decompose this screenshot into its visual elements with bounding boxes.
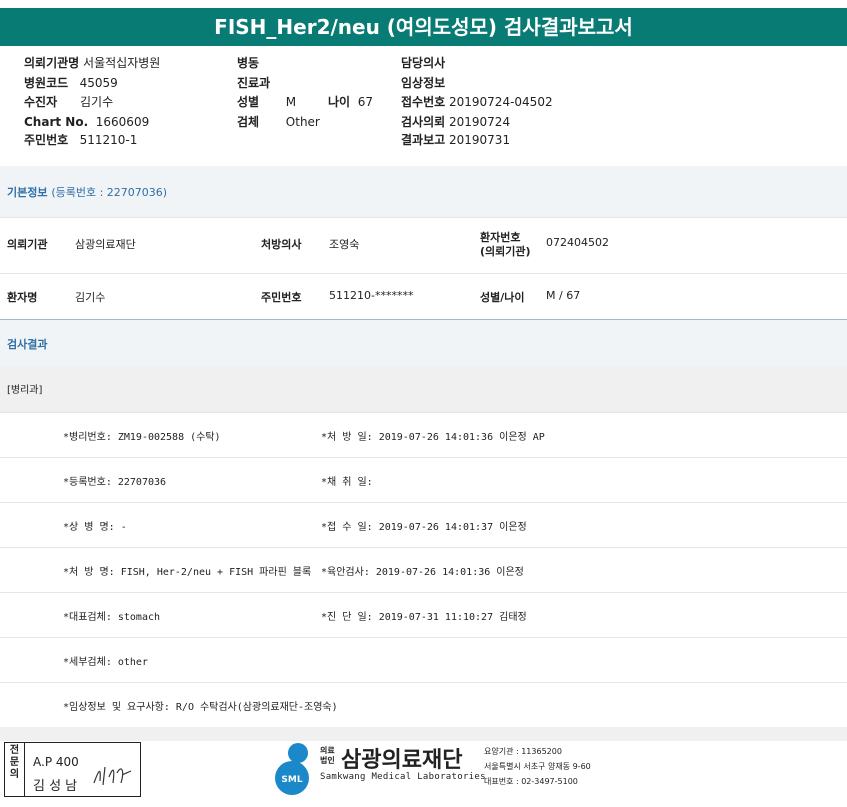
header-receipt-no: 접수번호 20190724-04502 <box>401 95 553 109</box>
result-right-item: *접 수 일: 2019-07-26 14:01:37 이은정 <box>321 522 527 533</box>
signature-image <box>93 766 132 786</box>
result-right-item: *채 취 일: <box>321 477 373 488</box>
basic-value-sex-age: M / 67 <box>546 289 581 302</box>
header-specimen: 검체 Other <box>237 115 320 129</box>
footer-info-2: 서울특별시 서초구 양재동 9-60 <box>484 762 591 771</box>
header-patient: 수진자 김기수 <box>24 95 114 109</box>
basic-label-sex-age: 성별/나이 <box>480 291 525 304</box>
dept-label: [병리과] <box>7 385 43 396</box>
basic-value-prescriber: 조영숙 <box>329 238 360 251</box>
basic-label-patient-name: 환자명 <box>7 291 38 304</box>
results-title: 검사결과 <box>7 338 48 351</box>
results-header: 검사결과 <box>0 320 847 366</box>
basic-label-patient-no-sub: (의뢰기관) <box>480 245 531 258</box>
result-left-item: *등록번호: 22707036 <box>63 477 167 488</box>
result-left-item: *임상정보 및 요구사항: R/O 수탁검사(삼광의료재단-조영숙) <box>63 702 338 713</box>
result-left-item: *병리번호: ZM19-002588 (수탁) <box>63 432 221 443</box>
basic-value-resident-no: 511210-******* <box>329 289 414 302</box>
header-ward: 병동 <box>237 56 260 70</box>
header-department: 진료과 <box>237 76 271 90</box>
footer-info-3: 대표번호 : 02-3497-5100 <box>484 777 578 786</box>
header-clinical-info: 임상정보 <box>401 76 446 90</box>
header-test-request: 검사의뢰 20190724 <box>401 115 511 129</box>
result-left-item: *상 병 명: - <box>63 522 127 533</box>
result-left-item: *처 방 명: FISH, Her-2/neu + FISH 파라핀 블록 <box>63 567 312 578</box>
report-title: FISH_Her2/neu (여의도성모) 검사결과보고서 <box>214 15 633 39</box>
result-left-item: *대표검체: stomach <box>63 612 161 623</box>
header-result-report: 결과보고 20190731 <box>401 133 511 147</box>
sml-logo-icon: SML <box>275 743 309 795</box>
logo-mark-text: SML <box>281 775 302 785</box>
sign-vertical-label: 전문의 <box>5 743 25 796</box>
basic-value-patient-name: 김기수 <box>75 291 106 304</box>
result-right-item: *진 단 일: 2019-07-31 11:10:27 김태정 <box>321 612 527 623</box>
divider <box>0 592 847 593</box>
basic-value-patient-no: 072404502 <box>546 236 609 249</box>
header-age: 나이 67 <box>328 95 374 109</box>
header-chart-no: Chart No. 1660609 <box>24 115 150 129</box>
result-right-item: *육안검사: 2019-07-26 14:01:36 이은정 <box>321 567 524 578</box>
divider <box>0 682 847 683</box>
divider <box>0 637 847 638</box>
logo-english: Samkwang Medical Laboratories <box>320 772 486 782</box>
divider <box>0 217 847 218</box>
header-sex: 성별 M <box>237 95 297 109</box>
divider <box>0 273 847 274</box>
footer-info-1: 요양기관 : 11365200 <box>484 747 562 756</box>
divider <box>0 412 847 413</box>
basic-label-requester: 의뢰기관 <box>7 238 48 251</box>
header-doctor: 담당의사 <box>401 56 446 70</box>
header-resident-no: 주민번호 511210-1 <box>24 133 138 147</box>
basic-info-title: 기본정보 (등록번호 : 22707036) <box>7 186 168 199</box>
divider <box>0 547 847 548</box>
sign-name: 김 성 남 <box>33 779 78 794</box>
dept-row: [병리과] <box>0 366 847 412</box>
report-title-banner: FISH_Her2/neu (여의도성모) 검사결과보고서 <box>0 8 847 46</box>
basic-label-resident-no: 주민번호 <box>261 291 302 304</box>
header-hospital-code: 병원코드 45059 <box>24 76 118 90</box>
basic-info-header: 기본정보 (등록번호 : 22707036) <box>0 166 847 217</box>
divider <box>0 457 847 458</box>
logo-name: 삼광의료재단 <box>341 748 463 773</box>
basic-value-requester: 삼광의료재단 <box>75 238 136 251</box>
basic-label-prescriber: 처방의사 <box>261 238 302 251</box>
result-right-item: *처 방 일: 2019-07-26 14:01:36 이은정 AP <box>321 432 545 443</box>
divider <box>0 502 847 503</box>
result-left-item: *세부검체: other <box>63 657 148 668</box>
logo-corp-label: 의료 법인 <box>320 746 335 765</box>
sign-code: A.P 400 <box>33 755 79 769</box>
signature-box: 전문의 A.P 400 김 성 남 <box>4 742 141 797</box>
report-footer: 전문의 A.P 400 김 성 남 SML 의료 법인 삼광의료재단 Samkwa… <box>0 737 847 807</box>
header-hospital-name: 의뢰기관명 서울적십자병원 <box>24 56 161 70</box>
